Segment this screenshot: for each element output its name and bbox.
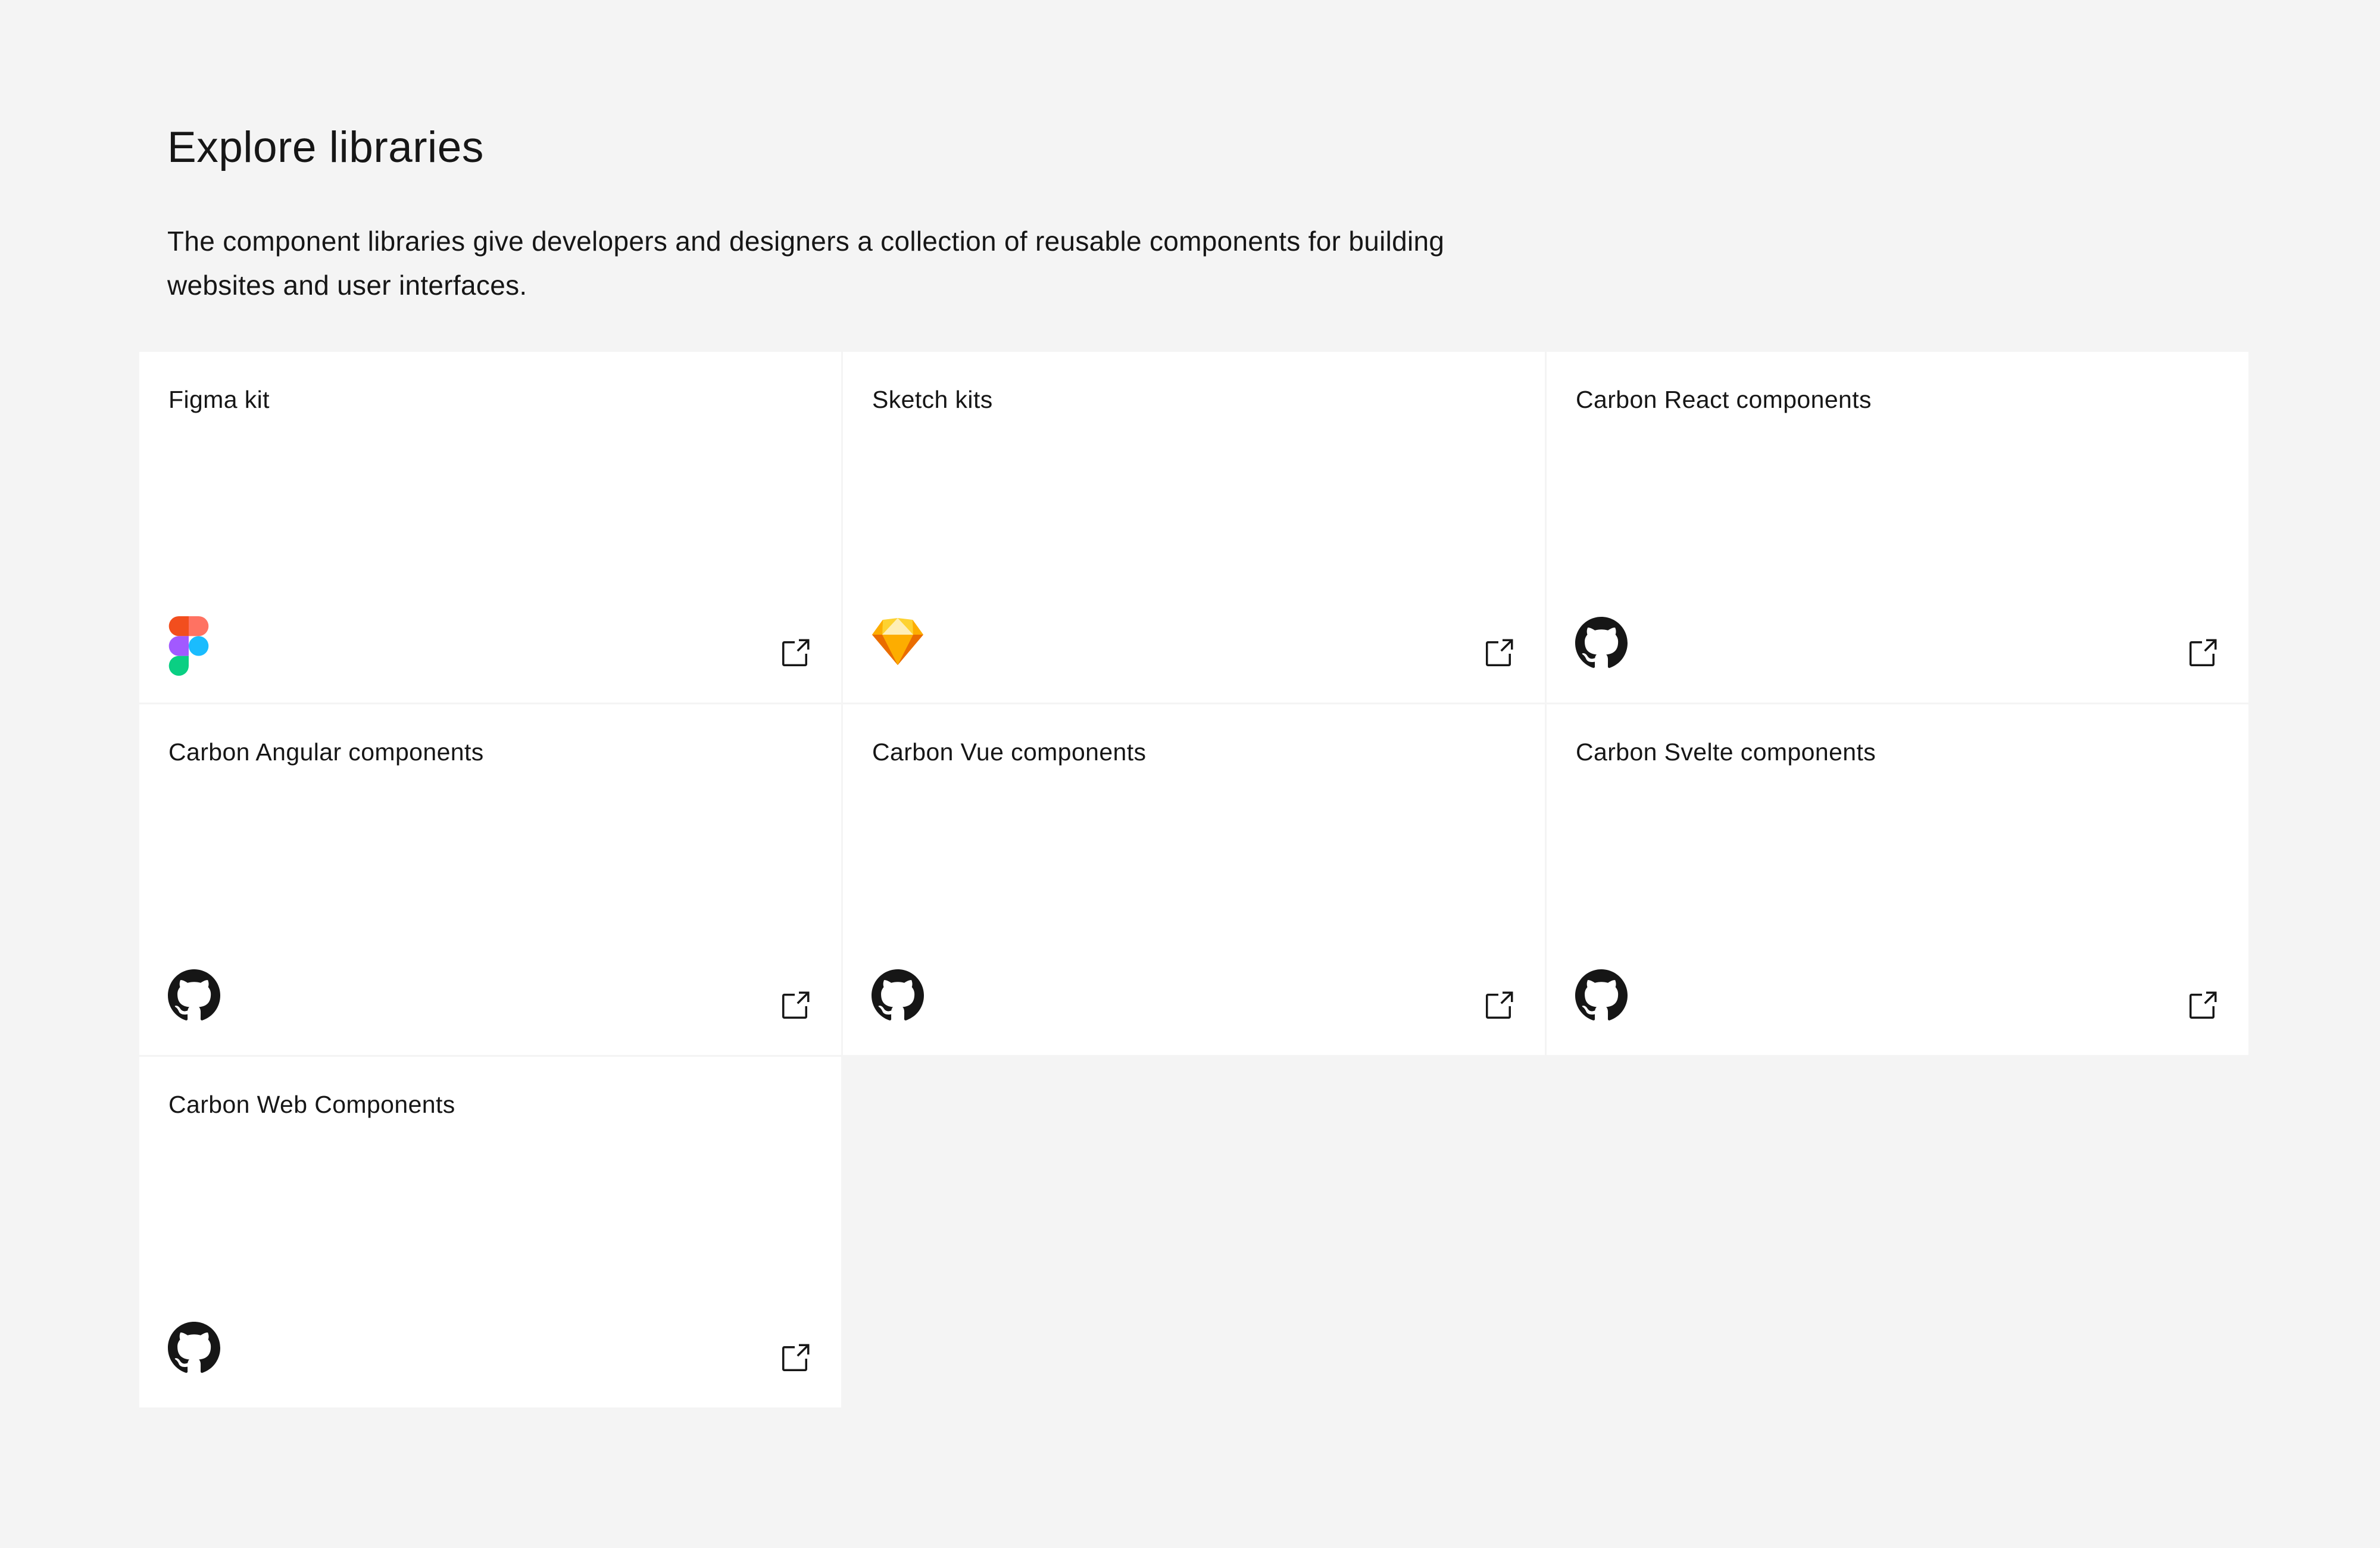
github-logo-icon (167, 956, 224, 1022)
section-heading: Explore libraries (167, 123, 484, 171)
section-description: The component libraries give developers … (167, 226, 1445, 301)
tile-figma-kit[interactable]: Figma kit (139, 352, 841, 703)
library-tile-grid: Figma kit Sketch kits Carbon React compo… (139, 352, 2248, 1407)
launch-icon[interactable] (2185, 990, 2219, 1023)
tile-sketch-kits[interactable]: Sketch kits (843, 352, 1545, 703)
explore-libraries-section: Explore libraries The component librarie… (167, 113, 2251, 301)
tile-title: Carbon Web Components (168, 1091, 455, 1118)
figma-logo-icon (167, 610, 224, 676)
launch-icon[interactable] (778, 637, 811, 670)
tile-carbon-web-components[interactable]: Carbon Web Components (139, 1057, 841, 1407)
tile-title: Carbon Vue components (872, 738, 1147, 766)
tile-carbon-svelte-components[interactable]: Carbon Svelte components (1547, 704, 2248, 1055)
tile-title: Carbon React components (1576, 386, 1872, 413)
sketch-logo-icon (871, 601, 928, 667)
tile-carbon-react-components[interactable]: Carbon React components (1547, 352, 2248, 703)
github-logo-icon (167, 1309, 224, 1374)
tile-title: Figma kit (168, 386, 270, 413)
tile-title: Carbon Angular components (168, 738, 484, 766)
launch-icon[interactable] (2185, 637, 2219, 670)
github-logo-icon (871, 956, 928, 1022)
tile-title: Sketch kits (872, 386, 993, 413)
tile-title: Carbon Svelte components (1576, 738, 1876, 766)
launch-icon[interactable] (778, 990, 811, 1023)
github-logo-icon (1575, 604, 1632, 669)
launch-icon[interactable] (1482, 990, 1515, 1023)
launch-icon[interactable] (1482, 637, 1515, 670)
launch-icon[interactable] (778, 1342, 811, 1375)
tile-carbon-angular-components[interactable]: Carbon Angular components (139, 704, 841, 1055)
github-logo-icon (1575, 956, 1632, 1022)
tile-carbon-vue-components[interactable]: Carbon Vue components (843, 704, 1545, 1055)
